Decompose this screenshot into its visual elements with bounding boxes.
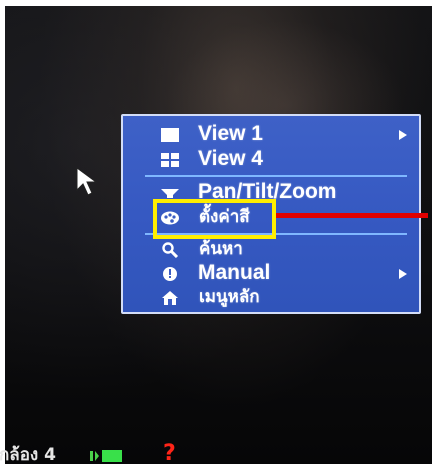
submenu-arrow-icon xyxy=(399,269,407,279)
quad-screen-icon xyxy=(161,153,179,167)
menu-item-label: View 4 xyxy=(198,147,263,170)
menu-item-view1[interactable]: View 1 xyxy=(123,122,419,146)
menu-item-main-menu[interactable]: เมนูหลัก xyxy=(123,287,419,309)
menu-item-label: เมนูหลัก xyxy=(199,287,260,307)
mouse-cursor-icon xyxy=(76,167,98,196)
menu-item-search[interactable]: ค้นหา xyxy=(123,239,419,261)
menu-item-manual[interactable]: Manual xyxy=(123,261,419,285)
pointer-line xyxy=(276,213,428,218)
manual-icon xyxy=(163,267,177,281)
home-icon xyxy=(162,291,178,305)
channel-label: กล้อง 4 xyxy=(0,445,56,465)
submenu-arrow-icon xyxy=(399,130,407,140)
highlight-box xyxy=(153,199,276,239)
menu-separator xyxy=(145,175,407,177)
search-icon xyxy=(162,242,179,258)
alert-icon: ? xyxy=(163,441,176,466)
menu-item-label: View 1 xyxy=(198,122,263,145)
record-status-icon xyxy=(90,450,122,462)
menu-item-view4[interactable]: View 4 xyxy=(123,147,419,171)
single-screen-icon xyxy=(161,128,179,142)
